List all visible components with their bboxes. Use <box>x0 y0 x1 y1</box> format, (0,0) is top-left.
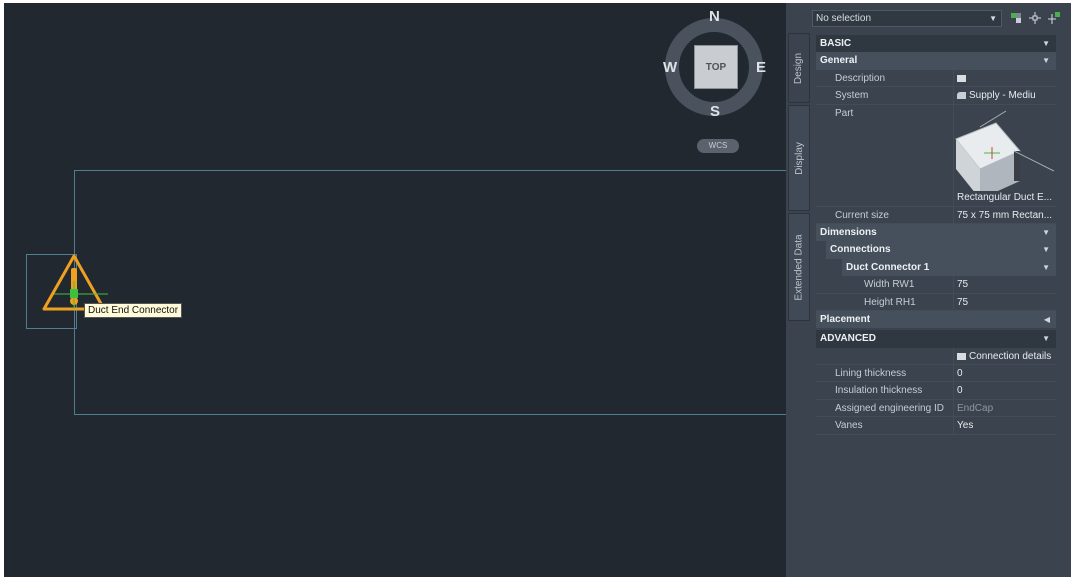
category-dimensions[interactable]: Dimensions ▼ <box>816 223 1056 242</box>
viewcube-south[interactable]: S <box>710 103 720 120</box>
category-general[interactable]: General ▼ <box>816 52 1056 70</box>
description-icon <box>957 74 966 82</box>
viewcube-east[interactable]: E <box>756 59 766 76</box>
prop-description[interactable]: Description <box>816 69 1056 88</box>
part-image <box>955 110 1054 191</box>
prop-insulation-thickness[interactable]: Insulation thickness 0 <box>816 382 1056 400</box>
chevron-down-icon: ▼ <box>1042 245 1050 255</box>
select-objects-icon[interactable] <box>1029 12 1041 24</box>
selection-bar: No selection ▼ <box>812 9 1069 27</box>
prop-part[interactable]: Part Rectangular Duct E... <box>816 104 1056 207</box>
tab-extended-data[interactable]: Extended Data <box>788 213 810 321</box>
drawing-canvas[interactable]: N W E S TOP WCS Duct End Connector <box>4 3 786 577</box>
viewcube-top-face[interactable]: TOP <box>694 45 738 89</box>
viewcube-west[interactable]: W <box>663 59 677 76</box>
tooltip: Duct End Connector <box>84 303 183 318</box>
category-connections[interactable]: Connections ▼ <box>826 241 1056 259</box>
chevron-down-icon: ▼ <box>1042 39 1050 48</box>
table-icon <box>957 352 966 360</box>
tab-display[interactable]: Display <box>788 105 810 211</box>
viewcube-north[interactable]: N <box>709 8 720 25</box>
properties-palette: Design Display Extended Data No selectio… <box>786 3 1071 577</box>
category-duct-connector-1[interactable]: Duct Connector 1 ▼ <box>842 258 1056 277</box>
prop-system[interactable]: System Supply - Mediu <box>816 87 1056 105</box>
connection-details-link[interactable]: Connection details <box>816 347 1056 366</box>
prop-width-rw1[interactable]: Width RW1 75 <box>816 276 1056 294</box>
chevron-down-icon: ▼ <box>1042 334 1050 344</box>
system-icon <box>957 92 966 100</box>
quick-select-icon[interactable] <box>1010 12 1022 24</box>
palette-tabs: Design Display Extended Data <box>786 3 812 577</box>
chevron-down-icon: ▼ <box>1042 56 1050 66</box>
prop-current-size[interactable]: Current size 75 x 75 mm Rectan... <box>816 206 1056 224</box>
chevron-left-icon: ◀ <box>1043 314 1050 324</box>
selection-dropdown[interactable]: No selection ▼ <box>812 9 1002 27</box>
category-placement[interactable]: Placement ◀ <box>816 310 1056 329</box>
chevron-down-icon: ▼ <box>989 13 997 23</box>
chevron-down-icon: ▼ <box>1042 262 1050 272</box>
section-basic[interactable]: BASIC ▼ <box>816 35 1056 53</box>
prop-engineering-id[interactable]: Assigned engineering ID EndCap <box>816 399 1056 418</box>
chevron-down-icon: ▼ <box>1042 227 1050 237</box>
prop-vanes[interactable]: Vanes Yes <box>816 417 1056 435</box>
prop-lining-thickness[interactable]: Lining thickness 0 <box>816 365 1056 383</box>
pickadd-icon[interactable] <box>1048 12 1060 24</box>
properties-grid: BASIC ▼ General ▼ Description System Supply… <box>816 35 1056 435</box>
tab-design[interactable]: Design <box>788 33 810 103</box>
ucs-menu[interactable]: WCS <box>697 139 739 153</box>
drawing-geometry <box>26 18 786 415</box>
prop-height-rh1[interactable]: Height RH1 75 <box>816 293 1056 311</box>
section-advanced[interactable]: ADVANCED ▼ <box>816 330 1056 348</box>
